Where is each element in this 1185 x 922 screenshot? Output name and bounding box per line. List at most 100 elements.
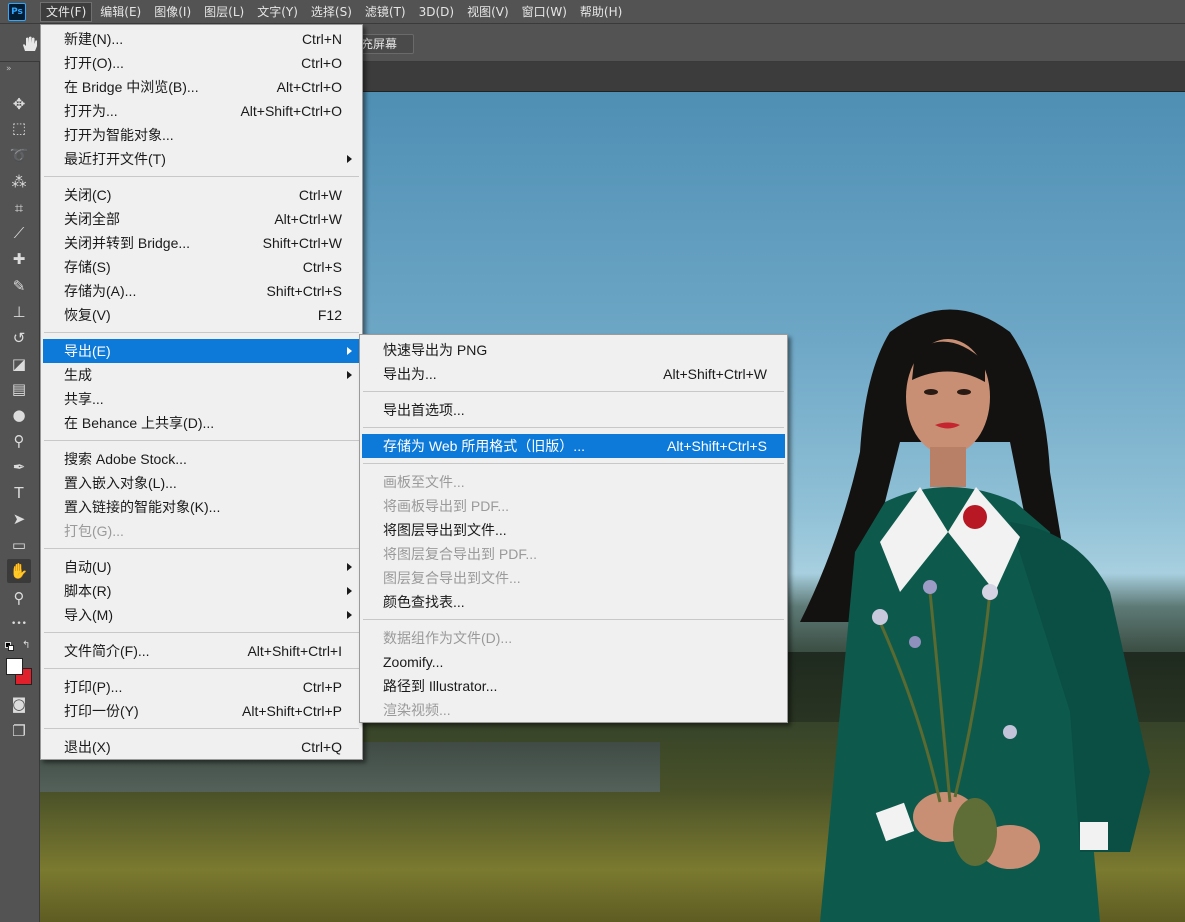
menu-separator: [44, 176, 359, 177]
file-menu-item[interactable]: 自动(U): [43, 555, 360, 579]
menu-item-3[interactable]: 图层(L): [199, 2, 249, 22]
move-icon[interactable]: ✥: [7, 92, 31, 116]
marquee-icon[interactable]: ⬚: [7, 116, 31, 140]
menu-separator: [44, 668, 359, 669]
menu-item-label: 将画板导出到 PDF...: [383, 498, 510, 514]
menu-item-6[interactable]: 滤镜(T): [360, 2, 411, 22]
export-menu-item[interactable]: 路径到 Illustrator...: [362, 674, 785, 698]
pen-icon[interactable]: ✒: [7, 455, 31, 479]
file-menu-item[interactable]: 关闭全部 Alt+Ctrl+W: [43, 207, 360, 231]
lasso-icon[interactable]: ➰: [7, 143, 31, 167]
file-menu-item[interactable]: 存储(S) Ctrl+S: [43, 255, 360, 279]
file-menu-item[interactable]: 生成: [43, 363, 360, 387]
blur-icon[interactable]: ●: [7, 403, 31, 427]
menu-item-label: 快速导出为 PNG: [383, 342, 488, 358]
screen-mode-icon[interactable]: ❐: [7, 719, 31, 743]
bandage-icon[interactable]: ✚: [7, 247, 31, 271]
menu-item-label: 渲染视频...: [383, 702, 451, 718]
submenu-arrow-icon: [347, 611, 352, 619]
file-menu-item[interactable]: 打开(O)... Ctrl+O: [43, 51, 360, 75]
type-icon[interactable]: T: [7, 481, 31, 505]
menu-item-5[interactable]: 选择(S): [306, 2, 357, 22]
dodge-icon[interactable]: ⚲: [7, 429, 31, 453]
menu-item-shortcut: Alt+Shift+Ctrl+S: [667, 438, 767, 454]
file-menu-item[interactable]: 打印(P)... Ctrl+P: [43, 675, 360, 699]
foreground-color-swatch[interactable]: [6, 658, 23, 675]
file-menu-item[interactable]: 在 Bridge 中浏览(B)... Alt+Ctrl+O: [43, 75, 360, 99]
menu-item-label: 将图层导出到文件...: [383, 522, 507, 538]
brush-icon[interactable]: ✎: [7, 274, 31, 298]
file-menu-item[interactable]: 导入(M): [43, 603, 360, 627]
quick-select-icon[interactable]: ⁂: [7, 170, 31, 194]
submenu-arrow-icon: [347, 155, 352, 163]
file-menu-item[interactable]: 关闭(C) Ctrl+W: [43, 183, 360, 207]
menu-item-4[interactable]: 文字(Y): [252, 2, 303, 22]
file-menu-item[interactable]: 脚本(R): [43, 579, 360, 603]
export-menu-item[interactable]: 存储为 Web 所用格式（旧版）... Alt+Shift+Ctrl+S: [362, 434, 785, 458]
file-menu-item[interactable]: 打开为... Alt+Shift+Ctrl+O: [43, 99, 360, 123]
export-menu-item[interactable]: 导出首选项...: [362, 398, 785, 422]
file-menu-item[interactable]: 置入嵌入对象(L)...: [43, 471, 360, 495]
file-menu-item[interactable]: 在 Behance 上共享(D)...: [43, 411, 360, 435]
menu-item-label: 存储为 Web 所用格式（旧版）...: [383, 438, 585, 454]
menu-item-0[interactable]: 文件(F): [40, 1, 93, 22]
file-menu-item[interactable]: 恢复(V) F12: [43, 303, 360, 327]
file-menu-item[interactable]: 置入链接的智能对象(K)...: [43, 495, 360, 519]
tools-panel: » ✥ ⬚ ➰ ⁂ ⌗ ⟋ ✚ ✎ ⊥ ↺ ◪ ▤ ● ⚲ ✒ T ➤ ▭ ✋ ⚲ ••• ↰ ◙ ❐: [0, 62, 40, 922]
export-menu-item[interactable]: 导出为... Alt+Shift+Ctrl+W: [362, 362, 785, 386]
ellipsis-icon[interactable]: •••: [7, 612, 31, 636]
file-menu-item[interactable]: 关闭并转到 Bridge... Shift+Ctrl+W: [43, 231, 360, 255]
menu-item-1[interactable]: 编辑(E): [95, 2, 146, 22]
hand-icon[interactable]: [20, 35, 40, 53]
crop-icon[interactable]: ⌗: [7, 196, 31, 220]
history-brush-icon[interactable]: ↺: [7, 326, 31, 350]
swap-colors-icon[interactable]: ↰: [22, 640, 30, 651]
file-menu-item[interactable]: 导出(E): [43, 339, 360, 363]
menu-item-shortcut: Ctrl+Q: [301, 739, 342, 755]
file-menu-item[interactable]: 共享...: [43, 387, 360, 411]
default-colors-icon[interactable]: [5, 642, 15, 652]
submenu-arrow-icon: [347, 563, 352, 571]
menu-item-label: 路径到 Illustrator...: [383, 678, 498, 694]
file-menu-item[interactable]: 文件简介(F)... Alt+Shift+Ctrl+I: [43, 639, 360, 663]
menu-item-label: 颜色查找表...: [383, 594, 465, 610]
eraser-icon[interactable]: ◪: [7, 352, 31, 376]
export-menu-item[interactable]: 将图层导出到文件...: [362, 518, 785, 542]
file-menu-item[interactable]: 打开为智能对象...: [43, 123, 360, 147]
file-menu-item[interactable]: 最近打开文件(T): [43, 147, 360, 171]
gradient-icon[interactable]: ▤: [7, 377, 31, 401]
menu-item-label: 共享...: [64, 391, 104, 407]
menu-item-label: 在 Behance 上共享(D)...: [64, 415, 215, 431]
file-menu-item[interactable]: 打印一份(Y) Alt+Shift+Ctrl+P: [43, 699, 360, 723]
export-menu-item[interactable]: 快速导出为 PNG: [362, 338, 785, 362]
submenu-arrow-icon: [347, 371, 352, 379]
export-menu-item[interactable]: Zoomify...: [362, 650, 785, 674]
eyedropper-icon[interactable]: ⟋: [7, 221, 31, 245]
menu-item-label: 数据组作为文件(D)...: [383, 630, 513, 646]
menu-item-label: Zoomify...: [383, 654, 444, 670]
menu-bar-items: 文件(F) 编辑(E) 图像(I) 图层(L) 文字(Y) 选择(S) 滤镜(T) 3D(D)…: [40, 1, 630, 22]
menu-item-7[interactable]: 3D(D): [414, 2, 459, 22]
panel-collapse-icon[interactable]: »: [6, 65, 12, 74]
file-menu-item[interactable]: 存储为(A)... Shift+Ctrl+S: [43, 279, 360, 303]
menu-item-label: 导出为...: [383, 366, 437, 382]
path-select-icon[interactable]: ➤: [7, 507, 31, 531]
menu-item-10[interactable]: 帮助(H): [575, 2, 627, 22]
menu-item-label: 生成: [64, 367, 92, 383]
export-menu-item[interactable]: 颜色查找表...: [362, 590, 785, 614]
rectangle-icon[interactable]: ▭: [7, 533, 31, 557]
menu-item-label: 脚本(R): [64, 583, 112, 599]
menu-item-8[interactable]: 视图(V): [462, 2, 514, 22]
menu-item-label: 打包(G)...: [64, 523, 124, 539]
menu-item-2[interactable]: 图像(I): [149, 2, 196, 22]
file-menu-item[interactable]: 新建(N)... Ctrl+N: [43, 27, 360, 51]
menu-item-label: 搜索 Adobe Stock...: [64, 451, 187, 467]
file-menu-item[interactable]: 退出(X) Ctrl+Q: [43, 735, 360, 759]
menu-item-9[interactable]: 窗口(W): [517, 2, 572, 22]
menu-item-label: 将图层复合导出到 PDF...: [383, 546, 538, 562]
file-menu-item[interactable]: 搜索 Adobe Stock...: [43, 447, 360, 471]
stamp-icon[interactable]: ⊥: [7, 300, 31, 324]
hand-icon[interactable]: ✋: [7, 559, 31, 583]
quick-mask-icon[interactable]: ◙: [7, 692, 31, 716]
zoom-icon[interactable]: ⚲: [7, 586, 31, 610]
